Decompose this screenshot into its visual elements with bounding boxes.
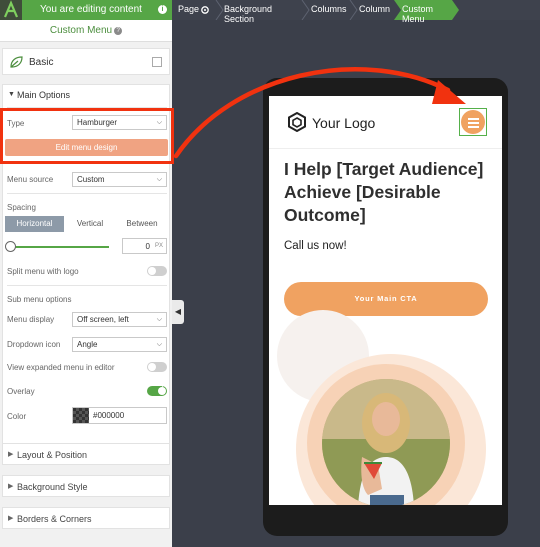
annotation-arrow-icon [173, 67, 466, 159]
